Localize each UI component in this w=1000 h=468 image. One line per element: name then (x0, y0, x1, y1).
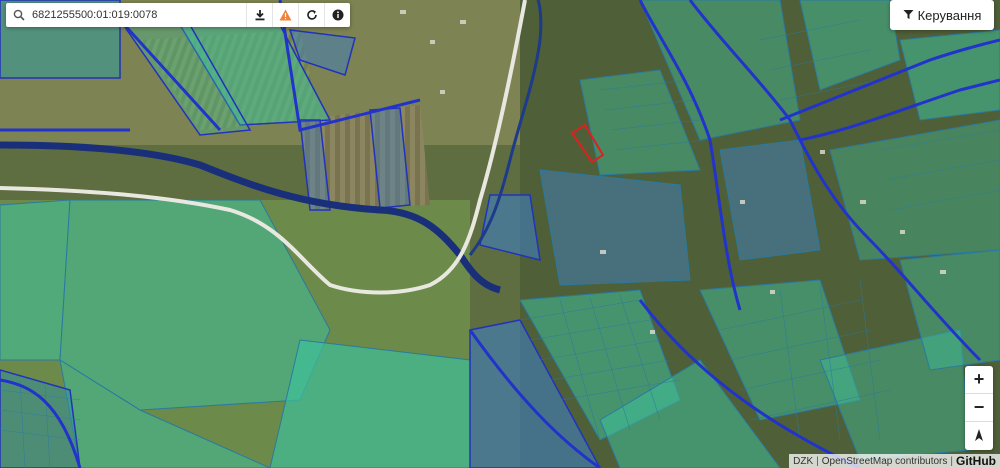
parcel[interactable] (0, 199, 71, 361)
manage-button[interactable]: Керування (890, 0, 994, 30)
zoom-control: + − (965, 366, 993, 450)
attribution-osm[interactable]: OpenStreetMap contributors (822, 456, 948, 467)
info-icon[interactable] (324, 3, 350, 27)
zoom-out-button[interactable]: − (965, 394, 993, 422)
map-attribution: DZK | OpenStreetMap contributors | GitHu… (789, 454, 1000, 468)
cadastral-map[interactable] (0, 0, 1000, 468)
search-tools (246, 3, 350, 27)
manage-button-label: Керування (917, 7, 982, 23)
reset-north-button[interactable] (965, 422, 993, 450)
compass-icon (975, 429, 983, 441)
filter-icon (903, 8, 914, 23)
attribution-dzk[interactable]: DZK (793, 456, 813, 467)
download-icon[interactable] (246, 3, 272, 27)
zoom-in-button[interactable]: + (965, 366, 993, 394)
parcel[interactable] (539, 169, 691, 286)
search-icon[interactable] (6, 3, 32, 27)
search-input[interactable] (32, 4, 242, 26)
search-bar (6, 3, 350, 27)
github-logo[interactable]: GitHub (956, 454, 996, 468)
refresh-icon[interactable] (298, 3, 324, 27)
warning-icon[interactable] (272, 3, 298, 27)
parcel[interactable] (269, 339, 471, 468)
